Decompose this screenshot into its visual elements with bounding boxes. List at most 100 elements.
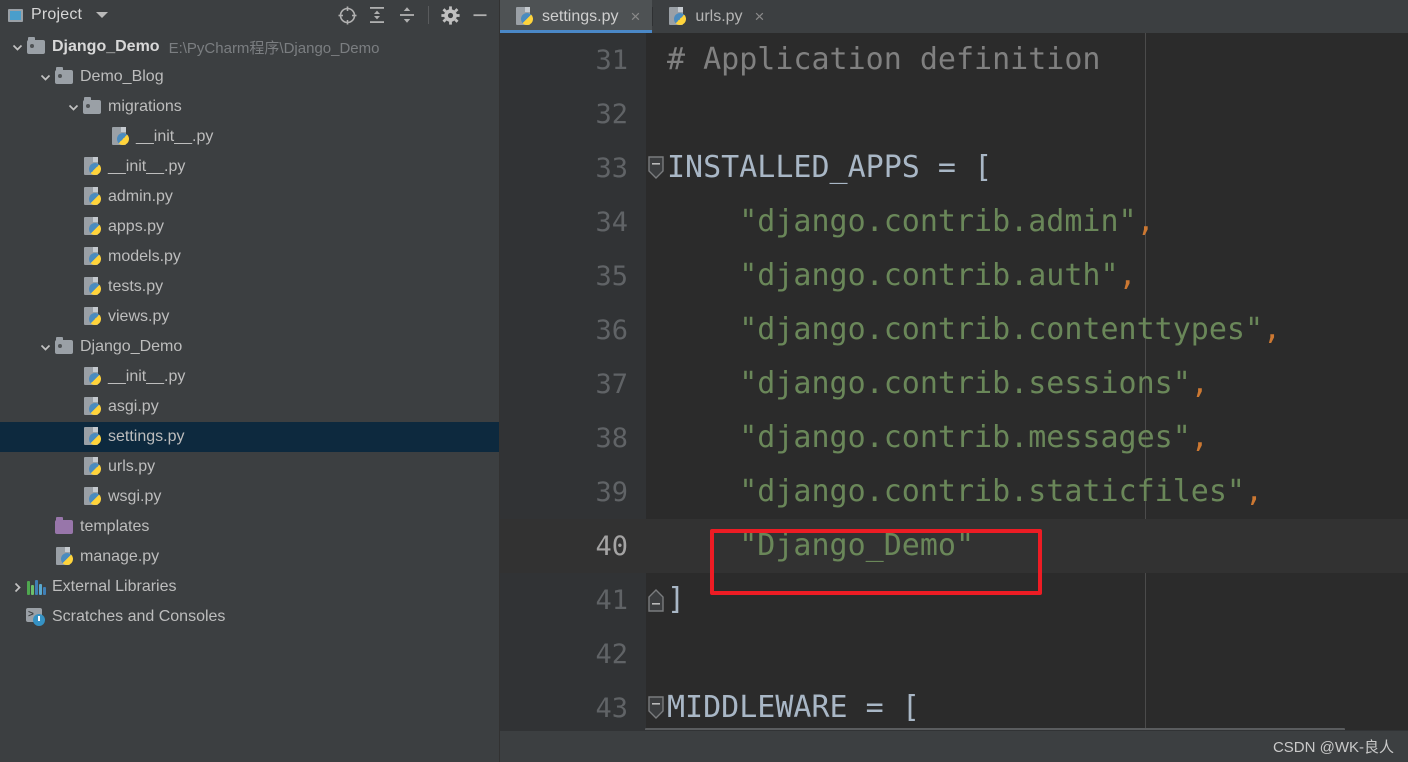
code-token: = <box>919 150 975 185</box>
code-line-38[interactable]: 38 "django.contrib.messages", <box>500 411 1408 465</box>
code-line-40[interactable]: 40 "Django_Demo" <box>500 519 1408 573</box>
editor-area: settings.py × urls.py × 31 # Application def… <box>500 0 1408 762</box>
code-line-34[interactable]: 34 "django.contrib.admin", <box>500 195 1408 249</box>
python-file-icon <box>514 6 534 27</box>
code-token: [ <box>901 690 920 725</box>
tree-item-migrations[interactable]: migrations <box>0 92 499 122</box>
code-token: , <box>1244 474 1264 509</box>
tree-item-settings-py[interactable]: settings.py <box>0 422 499 452</box>
code-line-31[interactable]: 31 # Application definition <box>500 33 1408 87</box>
line-number[interactable]: 35 <box>500 249 645 303</box>
close-icon[interactable]: × <box>755 8 765 25</box>
chevron-down-icon[interactable] <box>36 62 54 92</box>
line-number[interactable]: 41 <box>500 573 645 627</box>
tree-item--init-py[interactable]: __init__.py <box>0 152 499 182</box>
line-number[interactable]: 32 <box>500 87 645 141</box>
line-number[interactable]: 34 <box>500 195 645 249</box>
pycharm-window: Project Django_Demo E:\PyCharm程序\Django_… <box>0 0 1408 762</box>
code-line-36[interactable]: 36 "django.contrib.contenttypes", <box>500 303 1408 357</box>
code-line-42[interactable]: 42 <box>500 627 1408 681</box>
code-line-35[interactable]: 35 "django.contrib.auth", <box>500 249 1408 303</box>
line-number[interactable]: 43 <box>500 681 645 735</box>
code-line-41[interactable]: 41] <box>500 573 1408 627</box>
tree-item-asgi-py[interactable]: asgi.py <box>0 392 499 422</box>
chevron-down-icon[interactable] <box>36 332 54 362</box>
tree-item-models-py[interactable]: models.py <box>0 242 499 272</box>
fold-end-icon[interactable] <box>645 573 667 627</box>
tree-item-templates[interactable]: templates <box>0 512 499 542</box>
line-number[interactable]: 38 <box>500 411 645 465</box>
tree-item-icon <box>26 37 46 57</box>
select-opened-file-icon[interactable] <box>334 3 360 27</box>
editor-tab-urls-py[interactable]: urls.py × <box>653 0 776 33</box>
tree-item-django-demo[interactable]: Django_Demo E:\PyCharm程序\Django_Demo <box>0 32 499 62</box>
tree-item-wsgi-py[interactable]: wsgi.py <box>0 482 499 512</box>
tree-item-urls-py[interactable]: urls.py <box>0 452 499 482</box>
code-text: "django.contrib.messages", <box>667 423 1209 453</box>
tree-item--init-py[interactable]: __init__.py <box>0 362 499 392</box>
python-file-icon <box>667 6 687 27</box>
line-number[interactable]: 33 <box>500 141 645 195</box>
tree-item-icon <box>54 67 74 87</box>
tree-item-label: Demo_Blog <box>80 68 164 85</box>
expand-all-icon[interactable] <box>364 3 390 27</box>
tree-item-label: asgi.py <box>108 398 159 415</box>
settings-gear-icon[interactable] <box>437 3 463 27</box>
code-line-39[interactable]: 39 "django.contrib.staticfiles", <box>500 465 1408 519</box>
tree-item-views-py[interactable]: views.py <box>0 302 499 332</box>
tree-item-demo-blog[interactable]: Demo_Blog <box>0 62 499 92</box>
project-toolbar: Project <box>0 0 499 30</box>
minimize-icon[interactable] <box>467 3 493 27</box>
tree-item-tests-py[interactable]: tests.py <box>0 272 499 302</box>
code-line-43[interactable]: 43 MIDDLEWARE = [ <box>500 681 1408 735</box>
code-line-33[interactable]: 33 INSTALLED_APPS = [ <box>500 141 1408 195</box>
python-file-icon <box>82 457 102 477</box>
tree-item--init-py[interactable]: __init__.py <box>0 122 499 152</box>
line-number[interactable]: 37 <box>500 357 645 411</box>
line-number[interactable]: 39 <box>500 465 645 519</box>
editor-footer: CSDN @WK-良人 <box>500 730 1408 762</box>
close-icon[interactable]: × <box>630 8 640 25</box>
code-lines: 31 # Application definition 32 33 INSTALLED_… <box>500 33 1408 735</box>
tree-item-manage-py[interactable]: manage.py <box>0 542 499 572</box>
code-token: INSTALLED_APPS <box>667 150 920 185</box>
project-tree: Django_Demo E:\PyCharm程序\Django_Demo Demo_… <box>0 30 499 632</box>
chevron-right-icon[interactable] <box>8 572 26 602</box>
tree-item-django-demo[interactable]: Django_Demo <box>0 332 499 362</box>
scratches-icon: >_ <box>26 608 46 626</box>
project-title-group[interactable]: Project <box>8 6 334 24</box>
chevron-down-icon[interactable] <box>64 92 82 122</box>
tree-item-admin-py[interactable]: admin.py <box>0 182 499 212</box>
tree-item-scratches-and-consoles[interactable]: >_ Scratches and Consoles <box>0 602 499 632</box>
line-number[interactable]: 36 <box>500 303 645 357</box>
code-editor[interactable]: 31 # Application definition 32 33 INSTALLED_… <box>500 33 1408 762</box>
fold-collapse-icon[interactable] <box>645 141 667 195</box>
tree-item-external-libraries[interactable]: External Libraries <box>0 572 499 602</box>
line-number[interactable]: 31 <box>500 33 645 87</box>
line-number[interactable]: 40 <box>500 519 645 573</box>
tree-item-apps-py[interactable]: apps.py <box>0 212 499 242</box>
chevron-down-icon[interactable] <box>8 32 26 62</box>
collapse-all-icon[interactable] <box>394 3 420 27</box>
tree-item-icon <box>82 427 102 447</box>
line-number[interactable]: 42 <box>500 627 645 681</box>
project-panel-title: Project <box>31 6 83 23</box>
code-line-32[interactable]: 32 <box>500 87 1408 141</box>
folder-icon <box>83 97 101 114</box>
tree-item-label: Django_Demo <box>52 38 160 55</box>
fold-collapse-icon[interactable] <box>645 681 667 735</box>
chevron-down-icon[interactable] <box>96 12 109 18</box>
editor-tab-settings-py[interactable]: settings.py × <box>500 0 653 33</box>
code-text: MIDDLEWARE = [ <box>667 693 920 723</box>
code-token: , <box>1190 420 1209 455</box>
python-file-icon <box>82 247 102 267</box>
code-token: "django.contrib.messages" <box>739 420 1191 455</box>
code-line-37[interactable]: 37 "django.contrib.sessions", <box>500 357 1408 411</box>
